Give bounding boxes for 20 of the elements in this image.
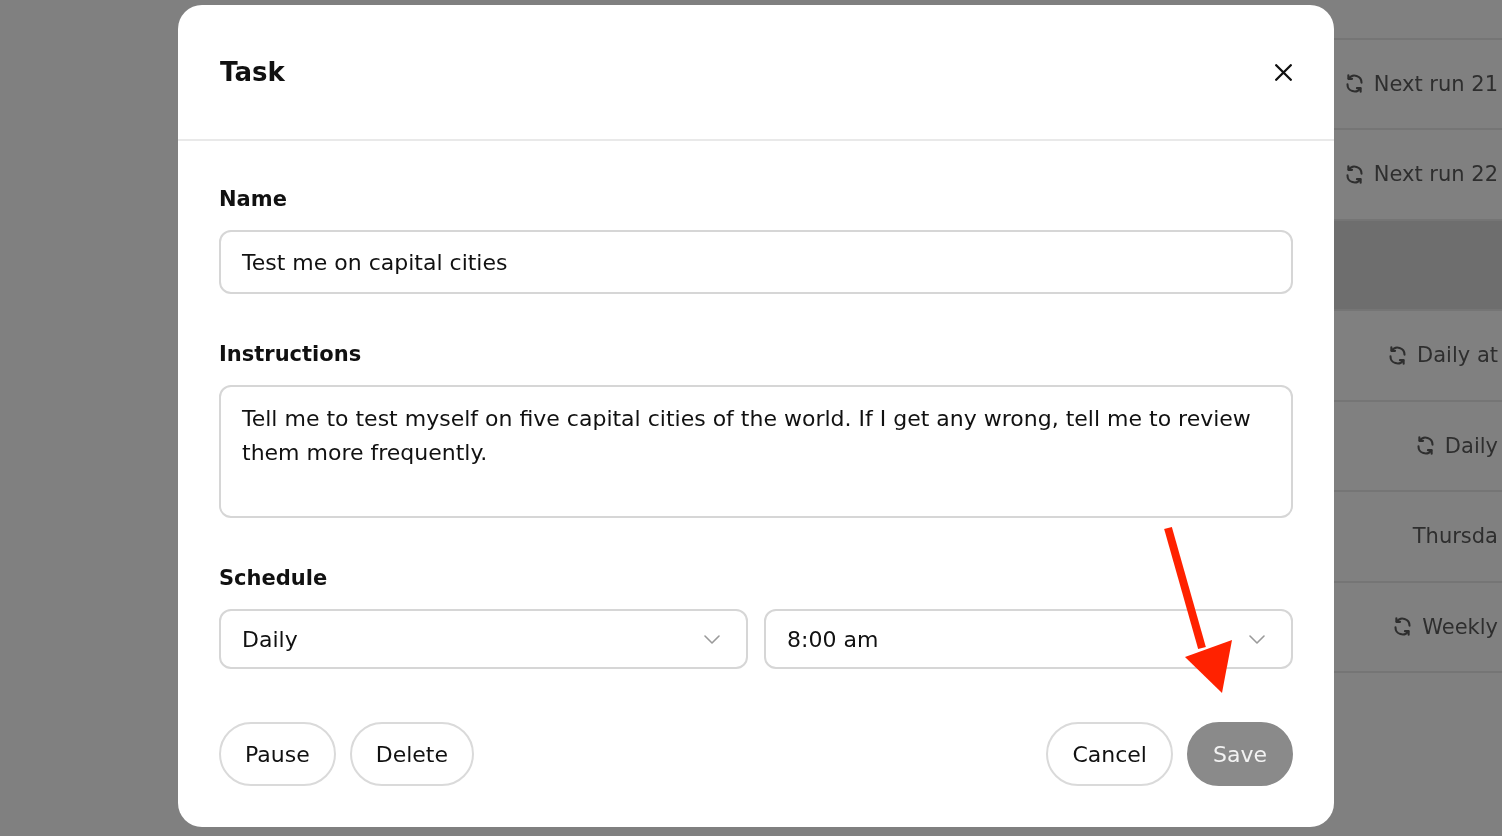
- chevron-icon: [704, 634, 720, 644]
- cancel-button[interactable]: Cancel: [1046, 722, 1173, 786]
- dialog-button[interactable]: Pause: [219, 722, 336, 786]
- instructions-textarea[interactable]: Tell me to test myself on five capital cities of the world. If I get any wrong, tell me to review them more frequently.: [219, 385, 1293, 518]
- field-label: Instructions: [219, 341, 363, 367]
- dialog-title: Task: [220, 57, 285, 87]
- schedule-dropdown[interactable]: Daily: [219, 609, 748, 669]
- schedule-text: Next run 22: [1373, 162, 1498, 187]
- schedule-dropdown[interactable]: 8:00 am: [764, 609, 1293, 669]
- field-label: Name: [219, 186, 288, 212]
- schedule-text: Weekly: [1422, 614, 1498, 639]
- chevron-icon: [1249, 634, 1265, 644]
- field-label: Schedule: [219, 565, 329, 591]
- schedule-text: Next run 21: [1373, 71, 1498, 96]
- schedule-text: Thursda: [1412, 524, 1498, 549]
- name-input[interactable]: Test me on capital cities: [219, 230, 1293, 294]
- schedule-text: Daily at: [1417, 343, 1498, 368]
- schedule-text: Daily: [1444, 433, 1498, 458]
- close-icon: [1275, 63, 1292, 81]
- dialog-button[interactable]: Delete: [349, 722, 474, 786]
